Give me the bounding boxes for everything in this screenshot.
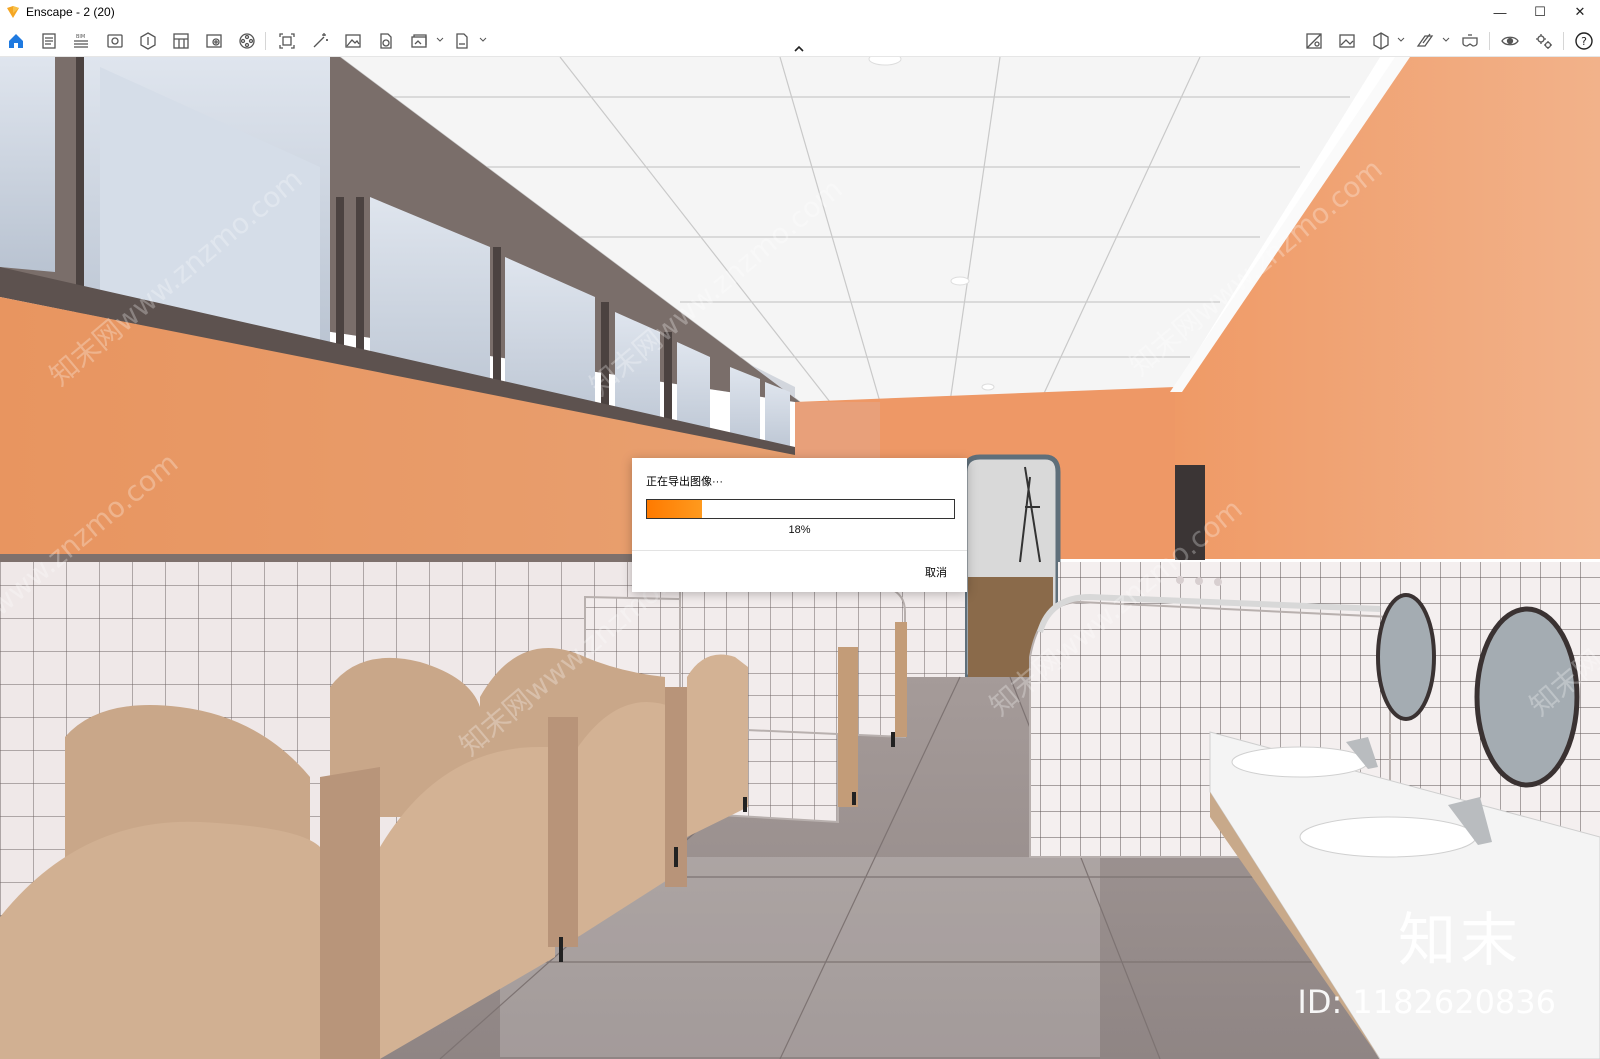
progress-bar-fill <box>647 500 703 518</box>
image-export-icon <box>345 34 361 48</box>
document-button[interactable] <box>37 29 61 53</box>
chevron-down-icon[interactable] <box>1442 36 1450 44</box>
material-editor-icon <box>173 33 189 49</box>
export-progress-dialog: 正在导出图像··· 18% 取消 <box>632 458 967 592</box>
progress-bar <box>646 499 955 519</box>
minimize-button[interactable]: — <box>1480 0 1520 24</box>
home-icon <box>9 34 23 48</box>
asset-library-button[interactable] <box>136 29 160 53</box>
help-icon: ? <box>1575 32 1593 50</box>
viewpoint-button[interactable] <box>103 29 127 53</box>
svg-text:?: ? <box>1581 35 1587 48</box>
svg-text:BIM: BIM <box>76 34 85 40</box>
image-export-button[interactable] <box>341 29 365 53</box>
dialog-divider <box>632 550 967 551</box>
window-controls: — ☐ ✕ <box>1480 0 1600 24</box>
maximize-button[interactable]: ☐ <box>1520 0 1560 24</box>
export-file-button[interactable] <box>450 29 474 53</box>
minimize-icon: — <box>1493 4 1507 20</box>
chevron-down-icon[interactable] <box>1397 36 1405 44</box>
views-button[interactable] <box>202 29 226 53</box>
batch-render-icon <box>411 34 427 48</box>
watermark-id: ID: 1182620836 <box>1297 983 1556 1021</box>
render-button[interactable] <box>308 29 332 53</box>
draw-icon <box>1416 33 1434 47</box>
render-icon <box>313 33 328 48</box>
cancel-button[interactable]: 取消 <box>925 564 947 580</box>
close-button[interactable]: ✕ <box>1560 0 1600 24</box>
viewpoint-icon <box>107 34 123 48</box>
atmosphere-button[interactable] <box>1335 29 1359 53</box>
dialog-title: 正在导出图像··· <box>646 476 723 488</box>
visibility-icon <box>1501 36 1519 46</box>
watermark-logo: 知末 <box>1397 906 1522 974</box>
map-icon <box>1306 33 1322 49</box>
close-icon: ✕ <box>1574 4 1586 19</box>
help-button[interactable]: ? <box>1572 29 1596 53</box>
settings-button[interactable] <box>1532 29 1556 53</box>
vr-headset-icon <box>1462 34 1478 47</box>
map-button[interactable] <box>1302 29 1326 53</box>
atmosphere-icon <box>1339 34 1355 48</box>
panorama-button[interactable] <box>374 29 398 53</box>
collapse-toolbar-icon[interactable] <box>792 44 806 54</box>
chevron-down-icon[interactable] <box>479 36 487 44</box>
vr-headset-button[interactable] <box>1458 29 1482 53</box>
enscape-logo-icon <box>7 6 19 18</box>
title-bar: Enscape - 2 (20) — ☐ ✕ <box>0 0 1600 24</box>
views-icon <box>206 34 222 48</box>
screenshot-icon <box>279 33 295 49</box>
toolbar-separator <box>1563 32 1564 50</box>
bim-button[interactable]: BIM <box>69 29 93 53</box>
export-file-icon <box>456 33 468 49</box>
toolbar-separator <box>1489 32 1490 50</box>
draw-button[interactable] <box>1413 29 1437 53</box>
bim-icon: BIM <box>74 34 88 48</box>
section-icon <box>1373 32 1389 50</box>
section-button[interactable] <box>1369 29 1393 53</box>
batch-render-button[interactable] <box>407 29 431 53</box>
toolbar-separator <box>265 32 266 50</box>
screenshot-button[interactable] <box>275 29 299 53</box>
panorama-icon <box>380 33 392 49</box>
document-icon <box>42 33 56 49</box>
asset-library-icon <box>140 32 156 50</box>
material-editor-button[interactable] <box>169 29 193 53</box>
settings-icon <box>1536 34 1552 49</box>
home-button[interactable] <box>4 29 28 53</box>
maximize-icon: ☐ <box>1534 4 1546 19</box>
window-title: Enscape - 2 (20) <box>26 5 115 19</box>
visibility-button[interactable] <box>1498 29 1522 53</box>
video-editor-icon <box>239 33 255 49</box>
progress-percent: 18% <box>788 524 811 536</box>
video-editor-button[interactable] <box>235 29 259 53</box>
chevron-down-icon[interactable] <box>436 36 444 44</box>
enscape-toolbar: BIM ? <box>0 24 1600 57</box>
